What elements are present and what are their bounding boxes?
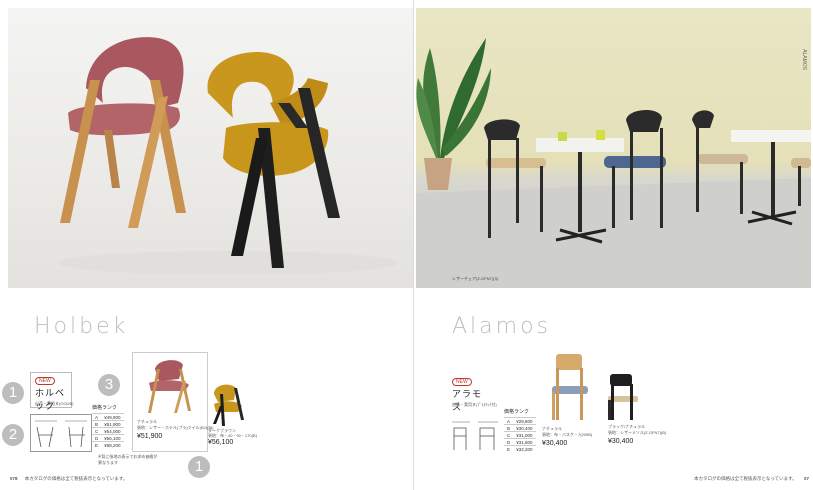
rank-letter: B	[92, 420, 102, 428]
size-note: 出荷・実用ヌ(ﾌﾟﾗｽﾁｯｸ付)	[452, 402, 497, 407]
rank-title: 価格ランク	[92, 405, 118, 411]
darkbrown-chair-thumbnail	[213, 384, 244, 426]
rank-row: B ¥51,900	[92, 420, 124, 428]
rank-row: D ¥56,100	[92, 434, 124, 442]
callout-circle-3: 3	[98, 374, 120, 396]
variant2-spec: 張地：レザーメソル(Z-GFN7)(B)	[608, 430, 667, 435]
holbek-chairs-illustration	[58, 37, 398, 275]
rank-price: ¥58,200	[101, 441, 124, 448]
series-name-holbek: Holbek	[34, 314, 129, 339]
holbek-chairs-photo	[8, 8, 414, 288]
rank-row: C ¥54,000	[92, 427, 124, 435]
variant1-price: ¥30,400	[542, 440, 568, 447]
price-rank-table: 価格ランク A ¥49,900 B ¥51,900 C ¥54,000 D ¥56,10…	[92, 404, 124, 448]
variant2-price: ¥56,100	[208, 439, 234, 446]
rank-letter: D	[504, 438, 514, 446]
rank-row: E ¥58,200	[92, 441, 124, 448]
alamos-scene-illustration	[416, 38, 811, 288]
rank-row: C ¥31,000	[504, 431, 536, 439]
rank-price: ¥32,200	[513, 445, 536, 452]
rank-row: D ¥31,600	[504, 438, 536, 446]
rank-price: ¥31,000	[513, 431, 536, 439]
rank-price: ¥51,900	[101, 420, 124, 428]
holbek-name-box: NEW ホルベック 出荷・実用ヌ(OOUB)	[30, 372, 74, 411]
photo-caption: レザーチェア(Z-GFN7)(3)	[452, 276, 498, 281]
variant-darkbrown-card: ダークブラウン 張地：布・40・90・170(B) ¥56,100	[206, 376, 264, 450]
product-name: ホルベック	[35, 388, 66, 411]
new-tag: NEW	[452, 378, 472, 386]
rank-row: B ¥30,400	[504, 424, 536, 432]
rank-letter: B	[504, 424, 514, 432]
variant-natural-card: ナチュラル 張地：レザー・ホテル(プラ)ツイル(B2)(Bi) ¥51,900	[132, 352, 213, 452]
price-rank-table: 価格ランク A ¥29,800 B ¥30,400 C ¥31,000 D ¥31,60…	[504, 408, 536, 452]
right-page: レザーチェア(Z-GFN7)(3) ALAMOS Alamos NEW アラモス…	[414, 0, 813, 490]
size-note: 出荷・実用ヌ(OOUB)	[35, 401, 74, 406]
page-number: 078	[10, 476, 18, 481]
variant2-price: ¥30,400	[608, 438, 634, 445]
natural-chair-thumbnail	[148, 360, 191, 413]
series-name-alamos: Alamos	[452, 314, 551, 339]
rank-price: ¥31,600	[513, 438, 536, 446]
variant1-spec: 張地：レザー・ホテル(プラ)ツイル(B2)(Bi)	[137, 425, 214, 430]
alamos-interior-photo: レザーチェア(Z-GFN7)(3)	[416, 8, 811, 288]
variant-natural-card: ナチュラル 張地：布・バスケ・7(200B) ¥30,400	[540, 352, 600, 452]
rank-letter: E	[504, 445, 514, 452]
black-chair-thumbnail	[608, 374, 638, 420]
variant1-price: ¥51,900	[137, 433, 163, 440]
rank-price: ¥49,900	[101, 413, 124, 421]
rank-letter: E	[92, 441, 102, 448]
rank-price: ¥30,400	[513, 424, 536, 432]
variant-black-card: ブラック/ナチュラル 張地：レザーメソル(Z-GFN7)(B) ¥30,400	[598, 372, 668, 452]
callout-circle-1b: 1	[188, 456, 210, 478]
product-name: アラモス	[452, 389, 483, 412]
rank-note: ※背に張地の表示でお求め価格が異なります	[98, 454, 158, 465]
rank-letter: C	[92, 427, 102, 435]
dimension-lines-icon	[452, 421, 498, 450]
rank-letter: A	[92, 413, 102, 421]
side-tab-label: ALAMOS	[801, 49, 807, 70]
page-number: 07	[803, 476, 809, 481]
rank-price: ¥54,000	[101, 427, 124, 435]
rank-title: 価格ランク	[504, 409, 530, 415]
left-footer: 078 本カタログの価格は全て税抜表示となっています。	[10, 476, 127, 482]
dimension-lines-icon	[35, 420, 87, 448]
natural-chair-thumbnail	[552, 354, 588, 420]
rank-row: E ¥32,200	[504, 445, 536, 452]
rank-row: A ¥49,900	[92, 413, 124, 421]
rank-letter: C	[504, 431, 514, 439]
rank-price: ¥29,800	[513, 417, 536, 425]
dimension-drawing	[30, 414, 92, 452]
footer-note: 本カタログの価格は全て税抜表示となっています。	[694, 476, 797, 481]
alamos-name-box: NEW アラモス 出荷・実用ヌ(ﾌﾟﾗｽﾁｯｸ付)	[448, 374, 497, 412]
dimension-drawing	[450, 418, 500, 452]
rank-letter: D	[92, 434, 102, 442]
left-page: Holbek 1 2 3 1 NEW ホルベック 出荷・実用ヌ(OOUB) 価格…	[0, 0, 414, 490]
variant1-spec: 張地：布・バスケ・7(200B)	[542, 432, 593, 437]
rank-letter: A	[504, 417, 514, 425]
right-footer: 本カタログの価格は全て税抜表示となっています。 07	[694, 476, 809, 482]
rank-price: ¥56,100	[101, 434, 124, 442]
rank-row: A ¥29,800	[504, 417, 536, 425]
new-tag: NEW	[35, 377, 55, 385]
callout-circle-2: 2	[2, 424, 24, 446]
callout-circle-1: 1	[2, 382, 24, 404]
footer-note: 本カタログの価格は全て税抜表示となっています。	[24, 476, 128, 481]
